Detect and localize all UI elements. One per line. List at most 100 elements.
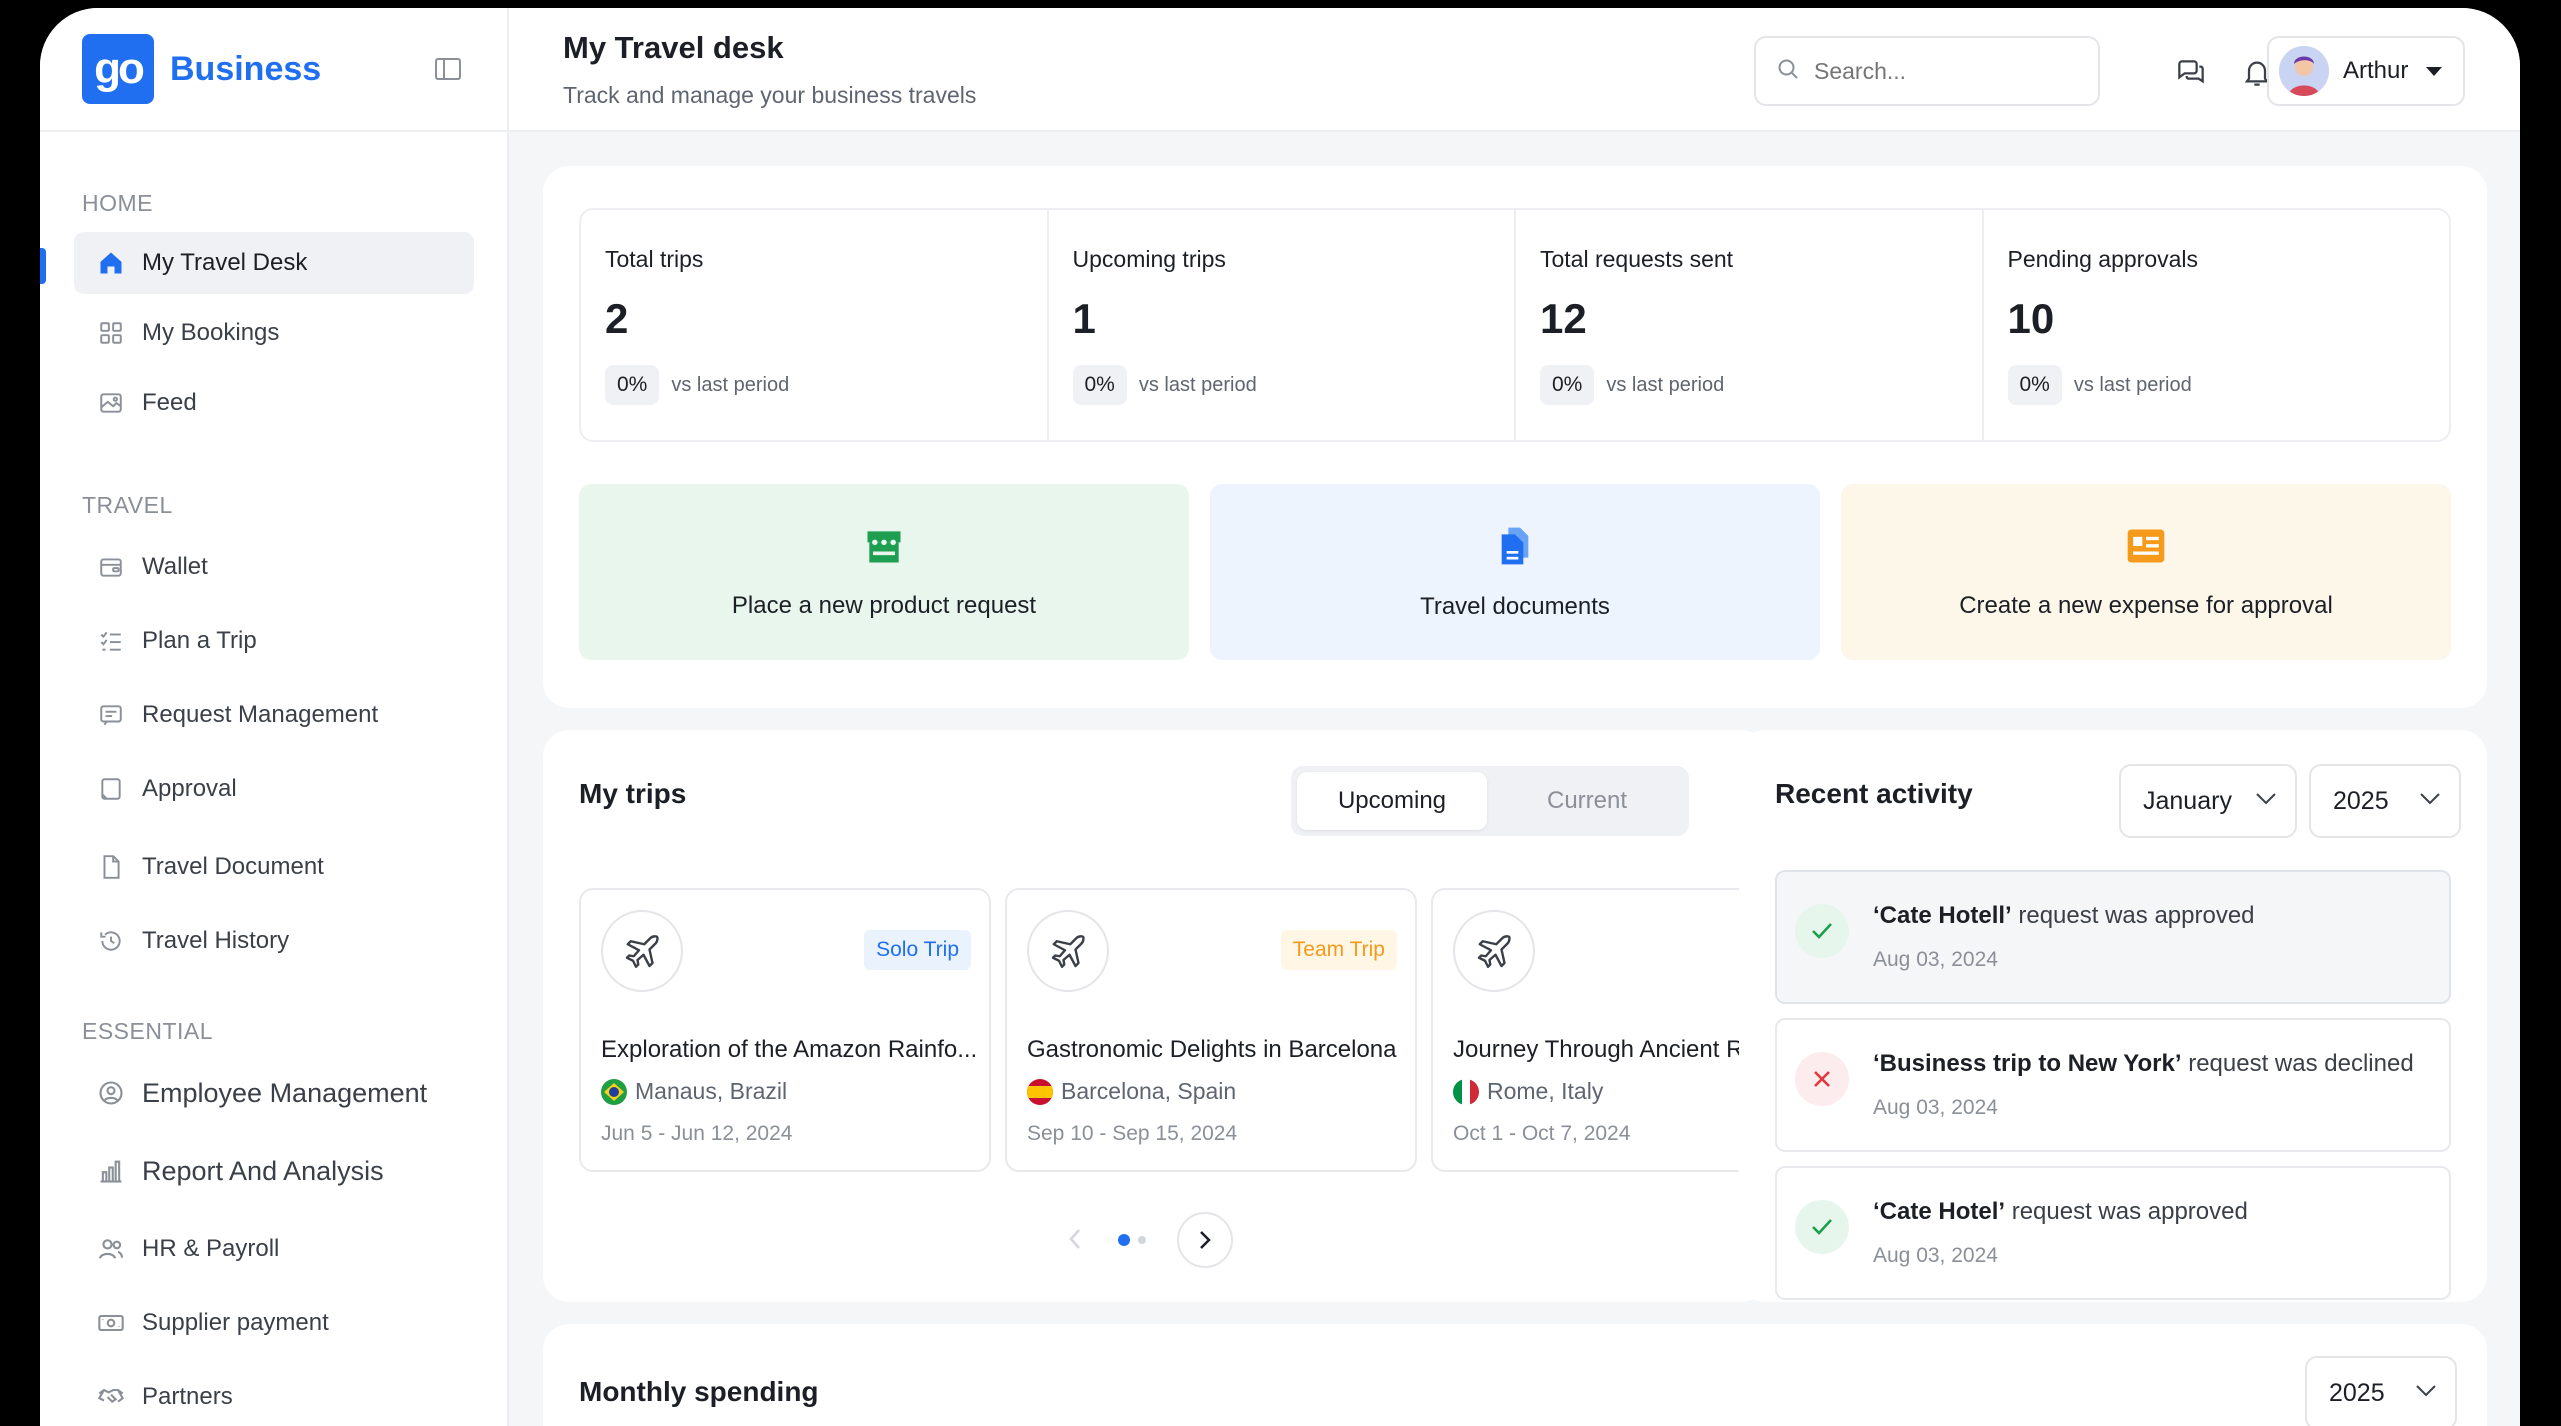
store-icon: [867, 531, 901, 563]
page-subtitle: Track and manage your business travels: [563, 82, 977, 108]
change-badge: 0%: [1072, 365, 1127, 405]
chevron-down-icon: [2426, 66, 2443, 76]
airplane-icon: [601, 910, 683, 992]
activity-item[interactable]: ‘Cate Hotel’ request was approved Aug 03…: [1775, 1166, 2451, 1300]
trips-tab-toggle: Upcoming Current: [1291, 766, 1689, 836]
image-icon: [96, 389, 126, 417]
change-badge: 0%: [2007, 365, 2062, 405]
stat-value: 12: [1540, 295, 1587, 342]
pager-dot-active[interactable]: [1118, 1234, 1130, 1246]
sidebar-item-label: HR & Payroll: [142, 1235, 280, 1262]
chevron-right-icon[interactable]: [1177, 1212, 1233, 1268]
sidebar-item-label: My Travel Desk: [142, 249, 308, 276]
recent-activity-panel: Recent activity January 2025 ‘Cate Hotel…: [1739, 730, 2487, 1302]
month-value: January: [2143, 786, 2232, 815]
sidebar-item-label: Travel Document: [142, 853, 324, 880]
activity-item[interactable]: ‘Cate Hotell’ request was approved Aug 0…: [1775, 870, 2451, 1004]
sidebar-item-travel-history[interactable]: Travel History: [74, 910, 474, 972]
activity-message: request was declined: [2181, 1050, 2414, 1077]
sidebar-item-wallet[interactable]: Wallet: [74, 536, 474, 598]
sidebar-item-employee-management[interactable]: Employee Management: [74, 1062, 474, 1124]
sidebar-item-approval[interactable]: Approval: [74, 758, 474, 820]
wallet-icon: [96, 553, 126, 581]
section-label-home: HOME: [82, 190, 153, 216]
stat-value: 1: [1072, 295, 1096, 342]
chat-icon[interactable]: [2173, 56, 2207, 88]
search-input[interactable]: [1814, 57, 2074, 85]
activity-date: Aug 03, 2024: [1873, 948, 1998, 971]
my-trips-panel: My trips Upcoming Current Solo Trip Expl…: [543, 730, 1767, 1302]
new-expense-button[interactable]: Create a new expense for approval: [1841, 484, 2451, 660]
trip-dates: Jun 5 - Jun 12, 2024: [601, 1122, 793, 1145]
close-icon: [1795, 1052, 1849, 1106]
file-icon: [1501, 527, 1529, 565]
sidebar-item-report-and-analysis[interactable]: Report And Analysis: [74, 1140, 474, 1202]
action-label: Travel documents: [1420, 593, 1610, 620]
change-note: vs last period: [1606, 373, 1725, 396]
message-icon: [96, 701, 126, 729]
stat-label: Upcoming trips: [1072, 246, 1226, 272]
user-menu[interactable]: Arthur: [2267, 36, 2465, 106]
my-trips-title: My trips: [579, 778, 687, 809]
change-note: vs last period: [671, 373, 790, 396]
sidebar-item-label: My Bookings: [142, 319, 280, 346]
sidebar-item-label: Employee Management: [142, 1077, 428, 1108]
change-note: vs last period: [1138, 373, 1257, 396]
sidebar-item-supplier-payment[interactable]: Supplier payment: [74, 1292, 474, 1354]
sidebar-item-my-bookings[interactable]: My Bookings: [74, 302, 474, 364]
month-select[interactable]: January: [2119, 764, 2297, 838]
handshake-icon: [96, 1383, 126, 1411]
trip-dates: Sep 10 - Sep 15, 2024: [1027, 1122, 1238, 1145]
stat-total-requests: Total requests sent 12 0% vs last period: [1516, 210, 1984, 440]
chevron-down-icon: [2256, 793, 2276, 805]
sidebar-item-my-travel-desk[interactable]: My Travel Desk: [74, 232, 474, 294]
activity-text: ‘Cate Hotel’ request was approved: [1873, 1198, 2248, 1226]
travel-documents-button[interactable]: Travel documents: [1210, 484, 1820, 660]
carousel-pager: [543, 1210, 1767, 1270]
history-icon: [96, 927, 126, 955]
stat-total-trips: Total trips 2 0% vs last period: [581, 210, 1049, 440]
stat-label: Pending approvals: [2007, 246, 2199, 272]
trip-card[interactable]: Team Trip Gastronomic Delights in Barcel…: [1005, 888, 1417, 1172]
tab-upcoming[interactable]: Upcoming: [1297, 772, 1487, 830]
sidebar-item-travel-document[interactable]: Travel Document: [74, 836, 474, 898]
new-product-request-button[interactable]: Place a new product request: [579, 484, 1189, 660]
sidebar-collapse-icon[interactable]: [435, 58, 461, 80]
sidebar-item-partners[interactable]: Partners: [74, 1366, 474, 1426]
grid-icon: [96, 319, 126, 347]
section-label-travel: TRAVEL: [82, 492, 173, 518]
stat-value: 10: [2007, 295, 2055, 342]
sidebar-item-plan-a-trip[interactable]: Plan a Trip: [74, 610, 474, 672]
sidebar-item-label: Partners: [142, 1383, 233, 1410]
trip-location-label: Barcelona, Spain: [1061, 1078, 1237, 1104]
approval-icon: [96, 775, 126, 803]
activity-subject: ‘Cate Hotell’: [1873, 902, 2012, 929]
trip-location: Rome, Italy: [1453, 1078, 1603, 1105]
sidebar-item-hr-payroll[interactable]: HR & Payroll: [74, 1218, 474, 1280]
document-icon: [96, 853, 126, 881]
sidebar-item-request-management[interactable]: Request Management: [74, 684, 474, 746]
check-icon: [1795, 904, 1849, 958]
change-note: vs last period: [2073, 373, 2192, 396]
pager-dot[interactable]: [1138, 1236, 1146, 1244]
airplane-icon: [1453, 910, 1535, 992]
top-header: My Travel desk Track and manage your bus…: [509, 8, 2520, 132]
sidebar-item-label: Travel History: [142, 927, 290, 954]
trip-card[interactable]: Journey Through Ancient Rome Rome, Italy…: [1431, 888, 1767, 1172]
chevron-down-icon: [2416, 1385, 2436, 1397]
tab-current[interactable]: Current: [1491, 772, 1683, 830]
sidebar-item-feed[interactable]: Feed: [74, 372, 474, 434]
spending-year-select[interactable]: 2025: [2305, 1356, 2457, 1426]
employee-icon: [96, 1079, 126, 1107]
recent-activity-title: Recent activity: [1775, 778, 1973, 809]
year-select[interactable]: 2025: [2309, 764, 2461, 838]
search-box[interactable]: [1754, 36, 2100, 106]
user-name: Arthur: [2343, 57, 2409, 84]
trip-card[interactable]: Solo Trip Exploration of the Amazon Rain…: [579, 888, 991, 1172]
chevron-left-icon[interactable]: [1065, 1226, 1085, 1257]
sidebar-item-label: Report And Analysis: [142, 1155, 384, 1186]
sidebar-item-label: Supplier payment: [142, 1309, 329, 1336]
check-icon: [1795, 1200, 1849, 1254]
stat-label: Total trips: [605, 246, 704, 272]
activity-item[interactable]: ‘Business trip to New York’ request was …: [1775, 1018, 2451, 1152]
